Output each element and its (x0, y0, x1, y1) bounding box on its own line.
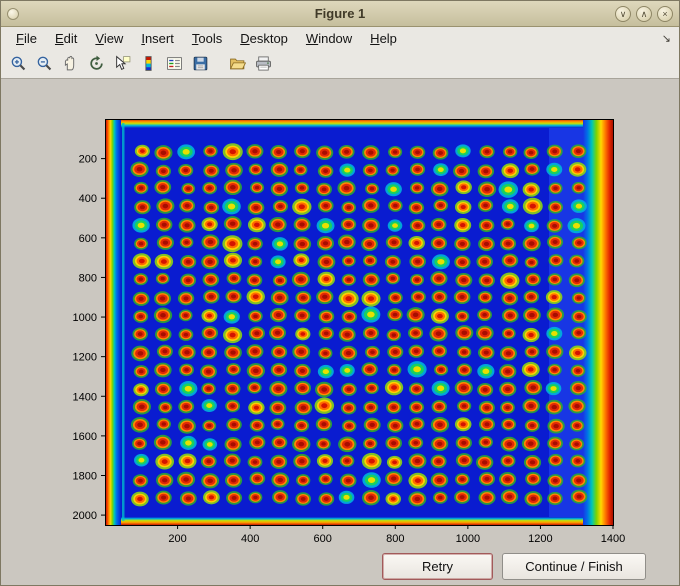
y-tick-label: 2000 (73, 510, 97, 522)
y-tick-label: 1800 (73, 470, 97, 482)
x-tick-label: 400 (241, 533, 259, 545)
menu-item-insert[interactable]: Insert (132, 29, 183, 48)
menubar: File Edit View Insert Tools Desktop Window Help… (1, 27, 679, 49)
plate-image[interactable] (105, 119, 613, 525)
maximize-button[interactable]: ∧ (636, 5, 652, 22)
y-tick-label: 600 (79, 233, 97, 245)
menubar-overflow-icon[interactable]: ↘ (662, 32, 671, 45)
figure-canvas: 200 400 600 800 1000 1200 1400 1600 1800 2000 200 4… (1, 79, 679, 585)
pan-icon[interactable] (58, 52, 82, 76)
toolbar (1, 49, 679, 79)
rotate-3d-icon[interactable] (84, 52, 108, 76)
x-tick-label: 1000 (456, 533, 480, 545)
y-tick-label: 1000 (73, 312, 97, 324)
menu-item-desktop[interactable]: Desktop (231, 29, 297, 48)
insert-legend-icon[interactable] (162, 52, 186, 76)
menu-item-window[interactable]: Window (297, 29, 361, 48)
menu-item-help[interactable]: Help (361, 29, 406, 48)
y-tick-label: 1400 (73, 391, 97, 403)
open-file-icon[interactable] (225, 52, 249, 76)
close-icon: × (662, 8, 668, 19)
titlebar[interactable]: Figure 1 ∨ ∧ × (1, 1, 679, 27)
x-tick-label: 800 (386, 533, 404, 545)
menu-item-edit[interactable]: Edit (46, 29, 86, 48)
menu-item-tools[interactable]: Tools (183, 29, 231, 48)
y-tick-label: 200 (79, 154, 97, 166)
y-tick-label: 400 (79, 193, 97, 205)
x-tick-label: 1400 (601, 533, 625, 545)
shade-button[interactable]: ∨ (615, 5, 631, 22)
window-menu-icon[interactable] (7, 7, 19, 20)
y-tick-label: 1600 (73, 431, 97, 443)
zoom-out-icon[interactable] (32, 52, 56, 76)
chevron-up-icon: ∧ (640, 8, 648, 19)
window-title: Figure 1 (314, 6, 366, 21)
save-figure-icon[interactable] (188, 52, 212, 76)
y-tick-label: 1200 (73, 352, 97, 364)
continue-finish-button[interactable]: Continue / Finish (502, 553, 646, 580)
insert-colorbar-icon[interactable] (136, 52, 160, 76)
chevron-down-icon: ∨ (619, 8, 627, 19)
menu-item-file[interactable]: File (7, 29, 46, 48)
retry-button[interactable]: Retry (382, 553, 493, 580)
close-button[interactable]: × (657, 5, 673, 22)
zoom-in-icon[interactable] (6, 52, 30, 76)
x-tick-label: 1200 (528, 533, 552, 545)
x-tick-label: 200 (168, 533, 186, 545)
menu-item-view[interactable]: View (86, 29, 132, 48)
window-controls: ∨ ∧ × (615, 5, 673, 22)
figure-window: Figure 1 ∨ ∧ × File Edit View Insert Tools Desk… (0, 0, 680, 586)
data-cursor-icon[interactable] (110, 52, 134, 76)
toolbar-separator (214, 53, 223, 75)
print-figure-icon[interactable] (251, 52, 275, 76)
figure-plot[interactable]: 200 400 600 800 1000 1200 1400 1600 1800 2000 200 4… (1, 79, 680, 585)
y-tick-label: 800 (79, 272, 97, 284)
x-tick-label: 600 (314, 533, 332, 545)
